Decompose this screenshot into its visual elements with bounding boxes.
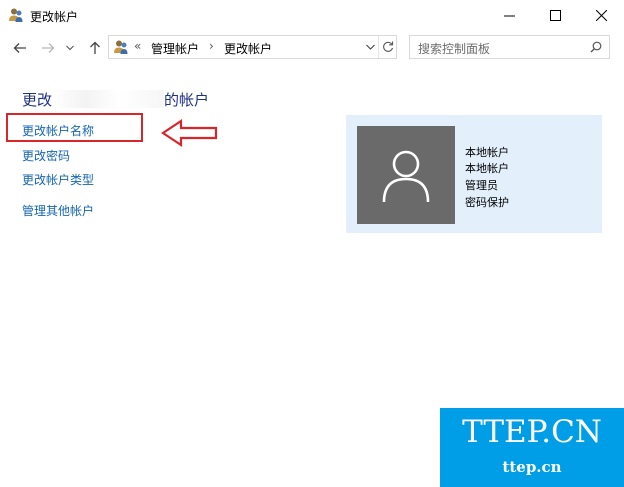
- search-icon[interactable]: [590, 41, 602, 53]
- manage-other-accounts-link[interactable]: 管理其他帐户: [22, 202, 94, 219]
- password-status-label: 密码保护: [465, 196, 509, 209]
- control-panel-icon: [114, 40, 128, 54]
- page-title: 更改 的帐户: [22, 89, 209, 110]
- search-box[interactable]: 搜索控制面板: [409, 35, 610, 59]
- account-info-line: 本地帐户: [465, 146, 509, 159]
- watermark-title: TTEP.CN: [462, 414, 602, 450]
- page-title-suffix: 的帐户: [164, 91, 210, 109]
- back-arrow-icon: [13, 43, 26, 53]
- address-divider: [378, 36, 379, 58]
- refresh-button[interactable]: [380, 36, 396, 58]
- forward-button[interactable]: [38, 38, 58, 58]
- change-password-link[interactable]: 更改密码: [22, 147, 70, 164]
- recent-locations-button[interactable]: [63, 38, 77, 58]
- window-title: 更改帐户: [30, 10, 79, 24]
- breadcrumb-manage-accounts[interactable]: 管理帐户: [151, 40, 199, 57]
- account-type-label: 管理员: [465, 179, 498, 192]
- maximize-icon: [549, 10, 561, 21]
- chevron-down-icon: [365, 44, 375, 50]
- page-title-prefix: 更改: [22, 91, 53, 109]
- user-avatar-icon: [382, 150, 430, 203]
- refresh-icon: [383, 41, 394, 52]
- breadcrumb-overflow[interactable]: «: [134, 39, 141, 53]
- title-bar: 更改帐户: [0, 0, 624, 31]
- annotation-highlight-box: [6, 113, 143, 142]
- account-info-line: 本地帐户: [465, 162, 509, 175]
- chevron-down-icon: [66, 45, 74, 51]
- maximize-button[interactable]: [532, 0, 578, 31]
- breadcrumb-separator[interactable]: ›: [209, 39, 214, 53]
- breadcrumb-change-account[interactable]: 更改帐户: [224, 40, 272, 57]
- address-bar[interactable]: « 管理帐户 › 更改帐户: [108, 35, 397, 59]
- up-button[interactable]: [85, 38, 105, 58]
- forward-arrow-icon: [42, 43, 55, 53]
- close-icon: [595, 10, 607, 21]
- change-account-type-link[interactable]: 更改帐户类型: [22, 171, 94, 188]
- address-dropdown-button[interactable]: [362, 36, 378, 58]
- user-accounts-icon: [9, 8, 23, 22]
- annotation-arrow-icon: [161, 118, 218, 148]
- minimize-icon: [503, 15, 515, 17]
- back-button[interactable]: [10, 38, 30, 58]
- watermark-logo: TTEP.CN ttep.cn: [440, 408, 624, 487]
- watermark-subtitle: ttep.cn: [502, 458, 562, 476]
- close-button[interactable]: [578, 0, 624, 31]
- avatar: [357, 126, 455, 224]
- redacted-username: [52, 90, 165, 108]
- up-arrow-icon: [90, 41, 100, 54]
- account-card: 本地帐户 本地帐户 管理员 密码保护: [346, 115, 602, 233]
- search-input[interactable]: 搜索控制面板: [418, 40, 490, 57]
- minimize-button[interactable]: [486, 0, 532, 31]
